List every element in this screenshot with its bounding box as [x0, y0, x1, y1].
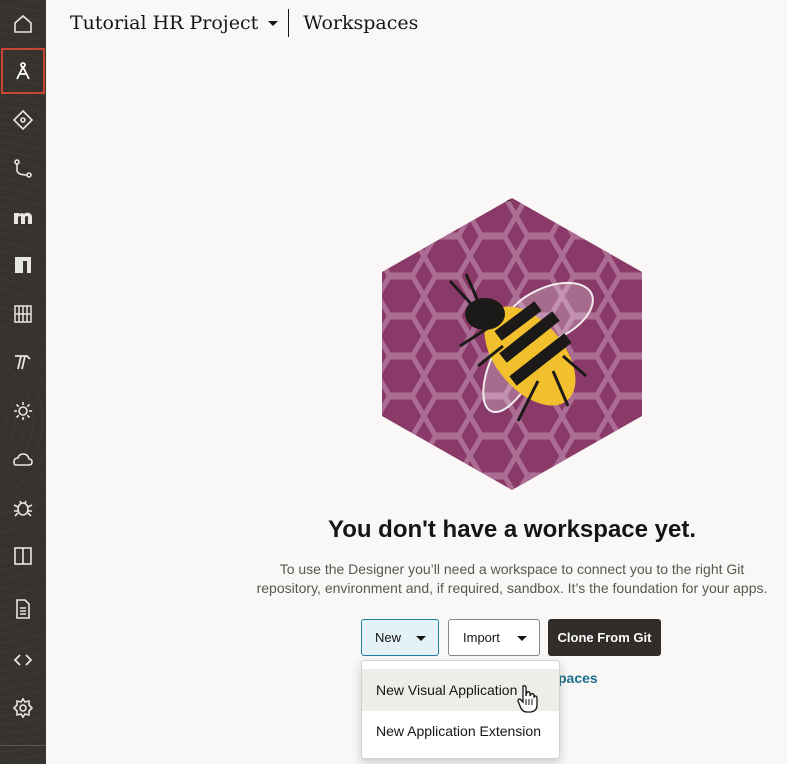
boards-icon[interactable]	[0, 532, 46, 580]
empty-state-description: To use the Designer you’ll need a worksp…	[240, 560, 784, 598]
import-button[interactable]: Import	[448, 619, 540, 656]
clone-button-label: Clone From Git	[557, 630, 652, 645]
new-button-label: New	[375, 630, 402, 645]
project-selector[interactable]: Tutorial HR Project	[70, 12, 258, 34]
chevron-down-icon	[416, 636, 426, 641]
workspaces-link[interactable]: paces	[558, 670, 598, 686]
board-icon[interactable]	[0, 290, 46, 338]
bee-honeycomb-illustration	[378, 196, 646, 492]
header-divider	[288, 9, 290, 37]
issues-icon[interactable]	[0, 484, 46, 532]
builds-icon[interactable]	[0, 338, 46, 386]
description-line: repository, environment and, if required…	[256, 580, 768, 596]
home-icon[interactable]	[0, 0, 46, 48]
sidebar	[0, 0, 46, 764]
npm-icon[interactable]	[0, 241, 46, 289]
snippets-icon[interactable]	[0, 636, 46, 684]
deployments-icon[interactable]	[0, 435, 46, 483]
maven-icon[interactable]	[0, 193, 46, 241]
menu-item-new-application-extension[interactable]: New Application Extension	[362, 710, 559, 752]
sidebar-divider	[0, 745, 46, 746]
page-header: Tutorial HR Project Workspaces	[70, 8, 418, 38]
designer-icon[interactable]	[1, 48, 45, 94]
import-button-label: Import	[463, 630, 500, 645]
page-title: Workspaces	[303, 12, 419, 34]
git-icon[interactable]	[0, 96, 46, 144]
menu-item-label: New Application Extension	[376, 723, 541, 739]
environments-icon[interactable]	[0, 387, 46, 435]
new-button[interactable]: New	[361, 619, 439, 656]
hand-cursor-icon	[517, 685, 538, 713]
clone-from-git-button[interactable]: Clone From Git	[548, 619, 661, 656]
menu-item-label: New Visual Application	[376, 682, 518, 698]
merge-requests-icon[interactable]	[0, 145, 46, 193]
empty-state-title: You don't have a workspace yet.	[327, 516, 697, 543]
chevron-down-icon[interactable]	[268, 20, 279, 26]
wiki-icon[interactable]	[0, 585, 46, 633]
settings-icon[interactable]	[0, 684, 46, 732]
chevron-down-icon	[517, 636, 527, 641]
description-line: To use the Designer you’ll need a worksp…	[279, 561, 745, 577]
